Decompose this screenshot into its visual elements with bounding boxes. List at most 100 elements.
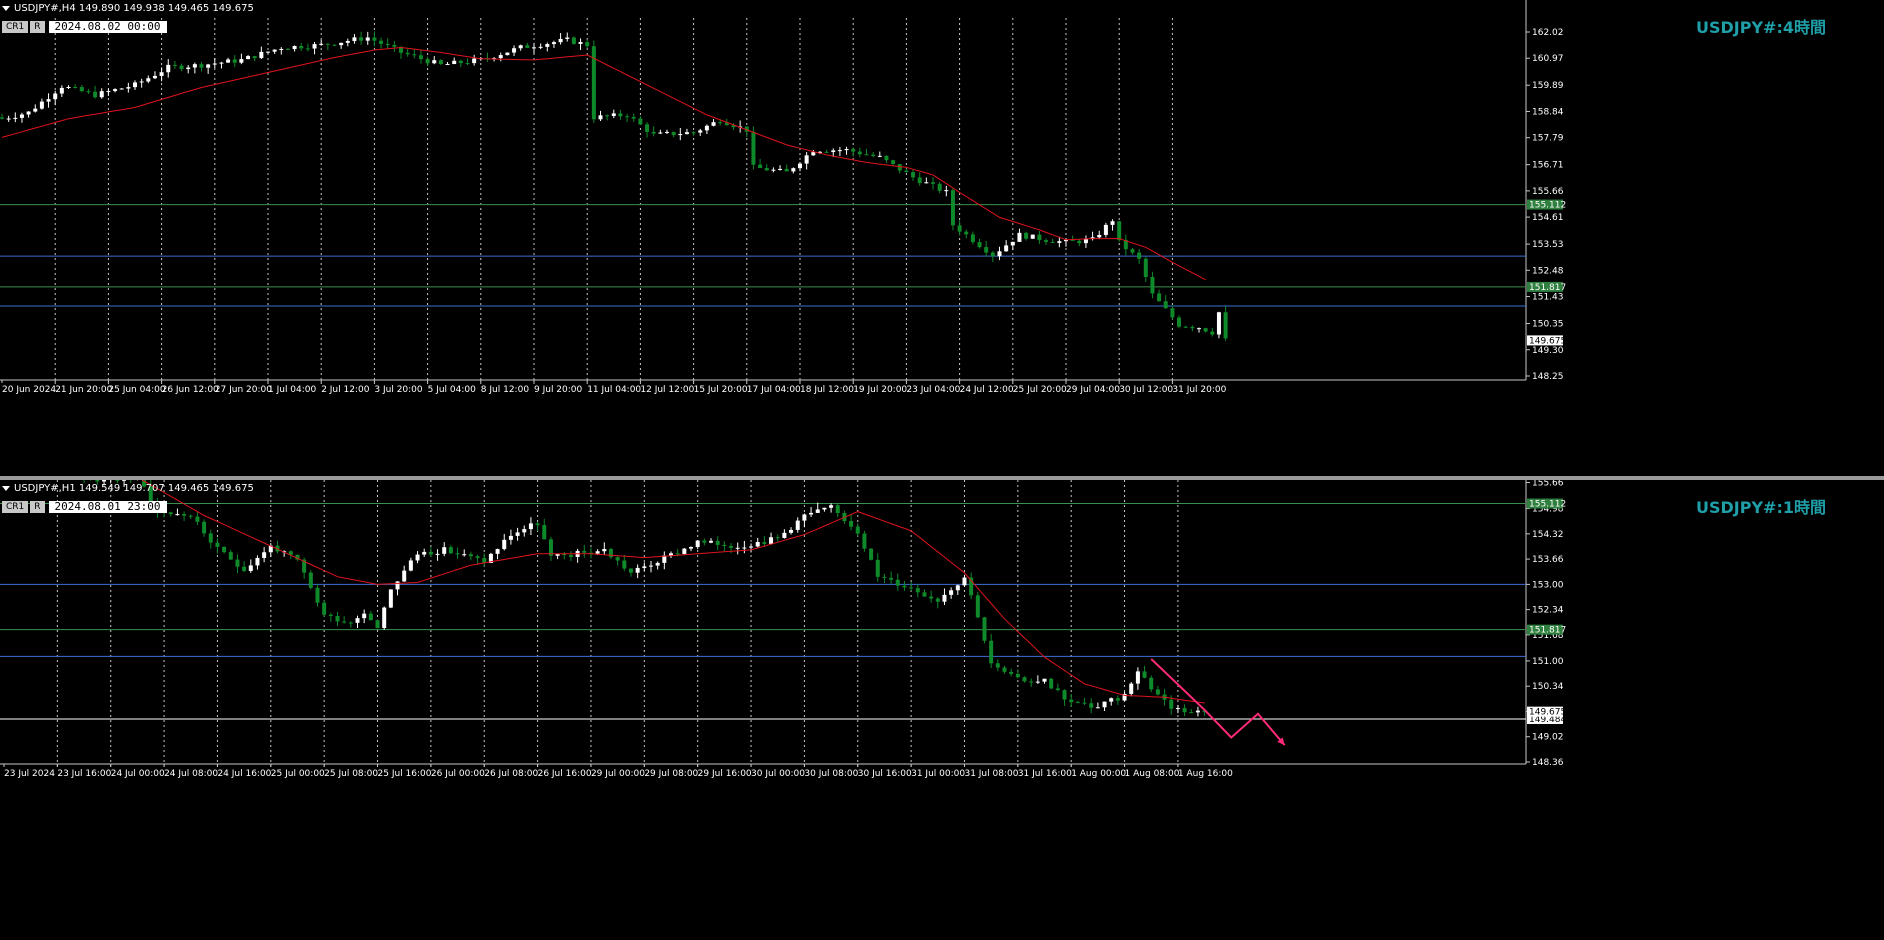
bull-candle <box>226 59 231 63</box>
time-tick-label: 29 Jul 08:00 <box>644 769 698 779</box>
r-badge[interactable]: R <box>30 501 45 513</box>
cr1-badge[interactable]: CR1 <box>2 21 29 33</box>
bear-candle <box>1182 708 1187 713</box>
bull-candle <box>152 75 157 79</box>
bear-candle <box>975 595 980 618</box>
bull-candle <box>658 132 663 134</box>
bear-candle <box>970 234 975 243</box>
h1-chart-panel[interactable]: 156.98156.32155.66154.98154.32153.66153.… <box>0 480 1884 940</box>
bull-candle <box>778 168 783 170</box>
bull-candle <box>804 155 809 164</box>
time-tick-label: 24 Jul 12:00 <box>960 385 1014 395</box>
bull-candle <box>837 150 842 152</box>
bear-candle <box>1203 328 1208 332</box>
bear-candle <box>897 163 902 171</box>
bear-candle <box>0 117 4 119</box>
bear-candle <box>871 154 876 156</box>
bull-candle <box>159 72 164 76</box>
bear-candle <box>982 617 987 641</box>
price-tick-label: 156.71 <box>1532 161 1564 171</box>
price-tick-label: 155.66 <box>1532 187 1564 197</box>
bear-candle <box>1115 698 1120 701</box>
bear-candle <box>1210 331 1215 335</box>
bull-candle <box>53 93 58 100</box>
bull-candle <box>26 111 31 115</box>
bear-candle <box>869 548 874 560</box>
bull-candle <box>59 87 64 94</box>
bear-candle <box>1089 703 1094 708</box>
moving-average-line <box>1 46 1206 281</box>
bull-candle <box>355 618 360 623</box>
bull-candle <box>565 37 570 39</box>
time-tick-label: 11 Jul 04:00 <box>587 385 641 395</box>
bear-candle <box>1062 690 1067 700</box>
triangle-icon[interactable] <box>2 485 10 491</box>
bull-candle <box>1083 239 1088 244</box>
bull-candle <box>445 63 450 65</box>
bull-candle <box>452 60 457 64</box>
bull-candle <box>186 67 191 70</box>
bull-candle <box>1102 701 1107 708</box>
h1-header-text: USDJPY#,H1 149.549 149.707 149.465 149.6… <box>14 483 254 494</box>
bull-candle <box>782 532 787 538</box>
price-tick-label: 155.66 <box>1532 480 1564 489</box>
bear-candle <box>990 252 995 257</box>
h4-chart-panel[interactable]: 162.02 160.97 159.89 158.84 157.79 156.71 155.… <box>0 0 1884 476</box>
price-tick-label: 160.97 <box>1532 54 1564 64</box>
bear-candle <box>1055 688 1060 691</box>
bear-candle <box>1150 276 1155 294</box>
bear-candle <box>909 587 914 589</box>
bear-candle <box>729 546 734 548</box>
bull-candle <box>1057 241 1062 243</box>
bull-candle <box>33 108 38 112</box>
bear-candle <box>412 54 417 56</box>
bear-candle <box>957 225 962 232</box>
bull-candle <box>695 540 700 548</box>
bull-candle <box>259 51 264 59</box>
bear-candle <box>252 56 257 59</box>
bear-candle <box>671 131 676 136</box>
bear-candle <box>1002 667 1007 672</box>
cursor-time-box: 2024.08.01 23:00 <box>48 501 167 513</box>
r-badge[interactable]: R <box>30 21 45 33</box>
bear-candle <box>418 55 423 60</box>
bull-candle <box>139 81 144 83</box>
bear-candle <box>1075 702 1080 704</box>
price-tick-label: 151.43 <box>1532 293 1564 303</box>
price-tick-label: 154.32 <box>1532 530 1564 540</box>
cr1-badge[interactable]: CR1 <box>2 501 29 513</box>
bear-candle <box>1024 232 1029 239</box>
bear-candle <box>235 559 240 567</box>
price-tick-label: 153.53 <box>1532 240 1564 250</box>
time-tick-label: 25 Jul 08:00 <box>324 769 378 779</box>
bull-candle <box>508 535 513 540</box>
time-tick-label: 1 Aug 00:00 <box>1071 769 1126 779</box>
bull-candle <box>682 548 687 554</box>
bull-candle <box>435 553 440 555</box>
price-tick-label: 153.00 <box>1532 580 1564 590</box>
time-tick-label: 12 Jul 12:00 <box>640 385 694 395</box>
bull-candle <box>997 251 1002 257</box>
bull-candle <box>1017 232 1022 242</box>
bull-candle <box>635 567 640 573</box>
bear-candle <box>702 540 707 543</box>
bull-candle <box>815 509 820 513</box>
h4-chart-canvas[interactable]: 162.02 160.97 159.89 158.84 157.79 156.71 155.… <box>0 0 1884 476</box>
time-tick-label: 1 Aug 08:00 <box>1125 769 1180 779</box>
bull-candle <box>279 48 284 50</box>
bull-candle <box>771 169 776 171</box>
price-tick-label: 150.34 <box>1532 682 1564 692</box>
time-tick-label: 19 Jul 20:00 <box>853 385 907 395</box>
bull-candle <box>388 589 393 608</box>
bull-candle <box>711 122 716 126</box>
triangle-icon[interactable] <box>2 5 10 11</box>
bear-candle <box>977 242 982 248</box>
bull-candle <box>415 554 420 561</box>
bull-candle <box>422 551 427 555</box>
h1-chart-canvas[interactable]: 156.98156.32155.66154.98154.32153.66153.… <box>0 480 1884 940</box>
bull-candle <box>382 607 387 628</box>
price-tick-label: 154.61 <box>1532 213 1564 223</box>
bull-candle <box>495 549 500 554</box>
bull-candle <box>704 125 709 131</box>
bull-candle <box>1216 312 1221 335</box>
